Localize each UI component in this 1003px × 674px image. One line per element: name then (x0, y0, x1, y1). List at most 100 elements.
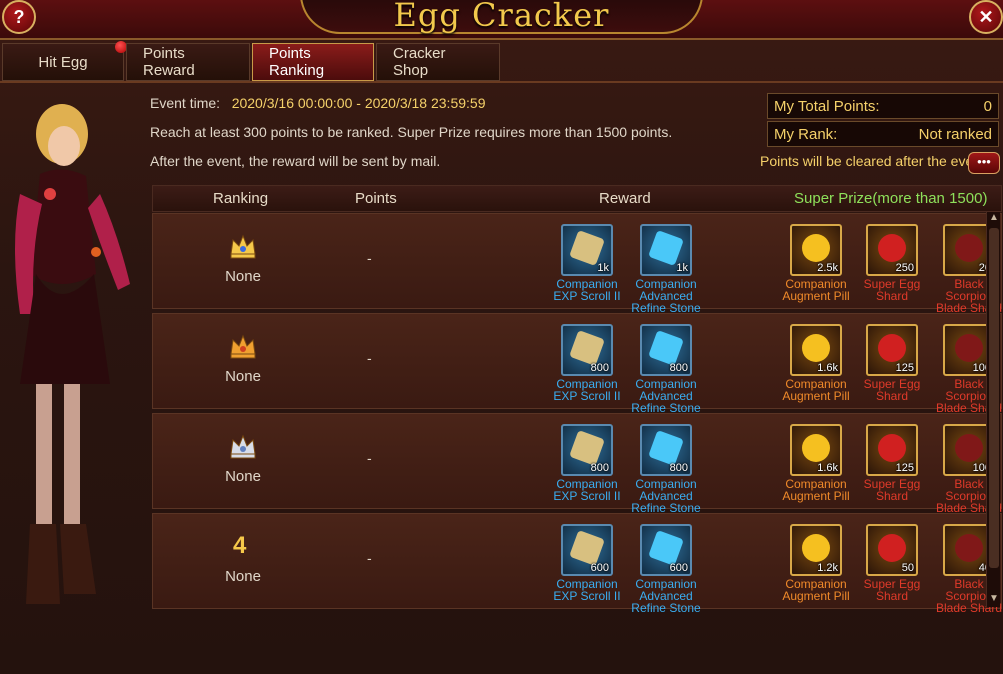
reward-item-refine-stone[interactable]: 1k (640, 224, 692, 276)
table-row: None - 1k Companion EXP Scroll II 1k Companio… (152, 213, 1002, 314)
pill-icon (802, 234, 830, 262)
title-plaque: Egg Cracker (300, 0, 703, 34)
pill-icon (802, 434, 830, 462)
player-name: None (225, 368, 261, 385)
item-label: Companion Advanced Refine Stone (631, 577, 701, 615)
item-label: Companion EXP Scroll II (553, 577, 621, 603)
header-ranking: Ranking (213, 190, 269, 207)
tab-points-ranking[interactable]: Points Ranking (252, 43, 374, 81)
scroll-up-icon[interactable]: ▲ (987, 212, 1001, 226)
pill-icon (802, 334, 830, 362)
points-cleared-note: Points will be cleared after the event. (760, 153, 989, 169)
table-row: 4 None - 600 Companion EXP Scroll II 600 Compa… (152, 513, 1002, 614)
egg-shard-icon (878, 534, 906, 562)
total-points-label: My Total Points: (774, 97, 880, 115)
gold-crown-icon (230, 234, 256, 259)
item-count: 600 (669, 562, 688, 574)
scroll-icon (569, 330, 605, 366)
tab-divider (0, 81, 1003, 83)
tab-label: Points Reward (143, 45, 195, 79)
reward-item-exp-scroll[interactable]: 1k (561, 224, 613, 276)
super-item-augment-pill[interactable]: 2.5k (790, 224, 842, 276)
item-count: 800 (669, 362, 688, 374)
silver-crown-icon (230, 434, 256, 459)
item-label: Companion EXP Scroll II (553, 477, 621, 503)
points-value: - (367, 550, 372, 566)
item-label: Companion Advanced Refine Stone (631, 477, 701, 515)
reward-item-refine-stone[interactable]: 800 (640, 324, 692, 376)
item-count: 1.2k (817, 562, 838, 574)
table-header: Ranking Points Reward Super Prize(more t… (152, 185, 1002, 212)
item-label: Companion EXP Scroll II (553, 377, 621, 403)
ranking-table: Ranking Points Reward Super Prize(more t… (152, 185, 1002, 614)
my-rank-value: Not ranked (918, 125, 992, 143)
egg-shard-icon (878, 234, 906, 262)
item-count: 1.6k (817, 362, 838, 374)
item-label: Companion Augment Pill (782, 477, 850, 503)
event-time-value: 2020/3/16 00:00:00 - 2020/3/18 23:59:59 (231, 95, 486, 111)
egg-shard-icon (878, 434, 906, 462)
header-reward: Reward (599, 190, 651, 207)
super-item-egg-shard[interactable]: 125 (866, 424, 918, 476)
tab-hit-egg[interactable]: Hit Egg (2, 41, 127, 81)
scroll-icon (569, 530, 605, 566)
orange-crown-icon (230, 334, 256, 359)
paw-stone-icon (648, 430, 684, 466)
tab-label: Cracker Shop (393, 45, 446, 79)
super-item-augment-pill[interactable]: 1.6k (790, 324, 842, 376)
event-time-label: Event time: (150, 95, 221, 111)
item-count: 1.6k (817, 462, 838, 474)
scroll-thumb[interactable] (989, 228, 999, 568)
scroll-icon (569, 230, 605, 266)
reward-item-refine-stone[interactable]: 600 (640, 524, 692, 576)
scorpion-blade-icon (955, 434, 983, 462)
close-button[interactable]: ✕ (969, 0, 1003, 34)
item-count: 125 (895, 362, 914, 374)
total-points-box: My Total Points: 0 (767, 93, 999, 119)
scroll-down-icon[interactable]: ▼ (987, 593, 1001, 607)
super-item-augment-pill[interactable]: 1.6k (790, 424, 842, 476)
reward-item-refine-stone[interactable]: 800 (640, 424, 692, 476)
paw-stone-icon (648, 230, 684, 266)
tab-cracker-shop[interactable]: Cracker Shop (376, 43, 500, 81)
item-label: Super Egg Shard (863, 377, 921, 403)
table-scrollbar[interactable]: ▲ ▼ (986, 212, 1000, 607)
scorpion-blade-icon (955, 534, 983, 562)
super-item-egg-shard[interactable]: 250 (866, 224, 918, 276)
points-value: - (367, 450, 372, 466)
item-label: Companion Advanced Refine Stone (631, 377, 701, 415)
my-rank-label: My Rank: (774, 125, 838, 143)
total-points-value: 0 (983, 97, 992, 115)
paw-stone-icon (648, 330, 684, 366)
super-item-egg-shard[interactable]: 50 (866, 524, 918, 576)
my-rank-box: My Rank: Not ranked (767, 121, 999, 147)
help-button[interactable]: ? (2, 0, 36, 34)
item-count: 250 (895, 262, 914, 274)
header-points: Points (355, 190, 397, 207)
tab-bar: Hit Egg Points Reward Points Ranking Cra… (2, 41, 500, 81)
points-value: - (367, 350, 372, 366)
super-item-augment-pill[interactable]: 1.2k (790, 524, 842, 576)
reward-item-exp-scroll[interactable]: 600 (561, 524, 613, 576)
item-count: 1k (676, 262, 688, 274)
tab-points-reward[interactable]: Points Reward (126, 43, 250, 81)
table-row: None - 800 Companion EXP Scroll II 800 Compan… (152, 413, 1002, 514)
pill-icon (802, 534, 830, 562)
reward-item-exp-scroll[interactable]: 800 (561, 424, 613, 476)
player-name: None (225, 268, 261, 285)
super-item-egg-shard[interactable]: 125 (866, 324, 918, 376)
reward-item-exp-scroll[interactable]: 800 (561, 324, 613, 376)
item-label: Super Egg Shard (863, 577, 921, 603)
item-label: Companion EXP Scroll II (553, 277, 621, 303)
egg-shard-icon (878, 334, 906, 362)
item-count: 2.5k (817, 262, 838, 274)
character-illustration (15, 104, 130, 604)
ranking-requirement: Reach at least 300 points to be ranked. … (150, 124, 673, 140)
more-options-button[interactable]: ••• (968, 152, 1000, 174)
tab-label: Hit Egg (38, 53, 88, 71)
points-value: - (367, 250, 372, 266)
scorpion-blade-icon (955, 234, 983, 262)
tab-label: Points Ranking (269, 45, 325, 79)
event-info: Event time: 2020/3/16 00:00:00 - 2020/3/… (150, 95, 672, 182)
item-count: 800 (590, 362, 609, 374)
